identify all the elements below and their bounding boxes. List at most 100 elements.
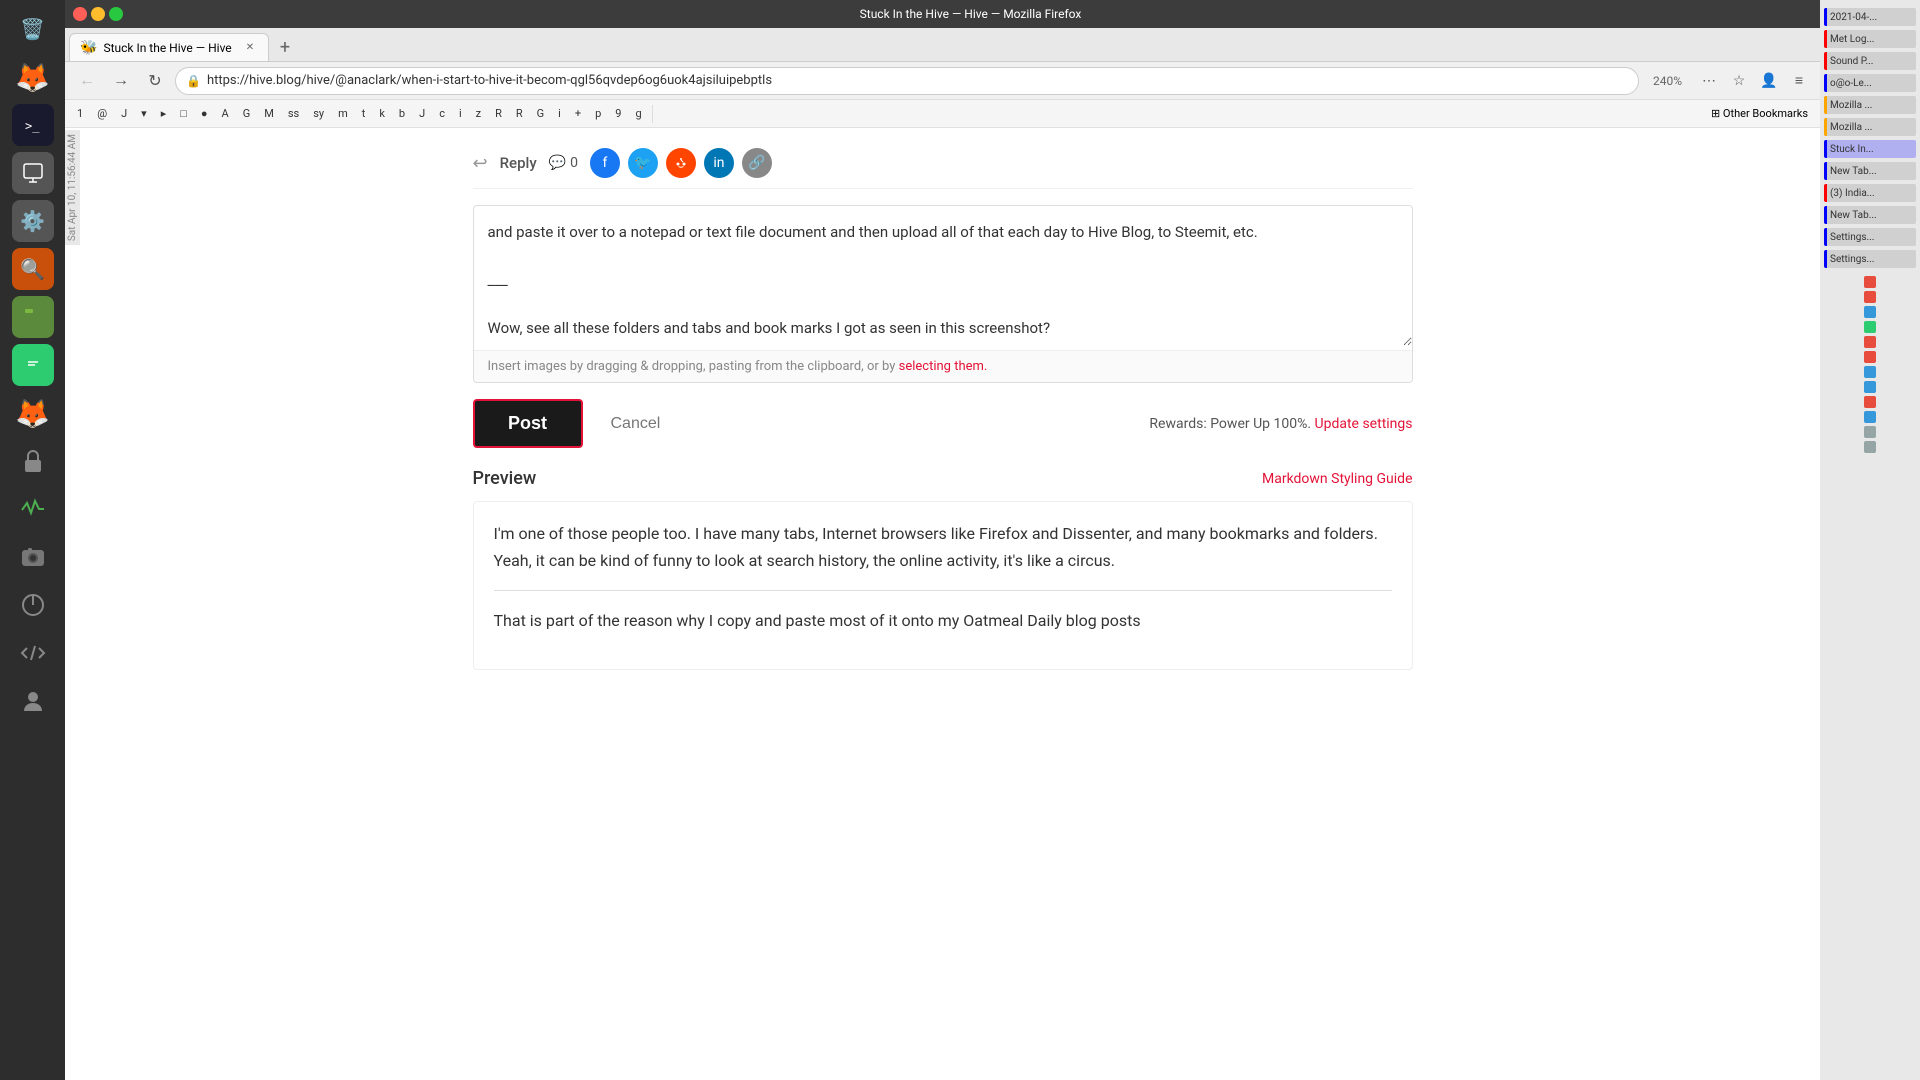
address-bar[interactable]: 🔒 https://hive.blog/hive/@anaclark/when-… [175, 67, 1639, 95]
chat-icon[interactable] [12, 344, 54, 386]
reddit-share-icon[interactable] [666, 148, 696, 178]
reply-icon[interactable]: ↩ [473, 153, 488, 174]
right-item-1[interactable]: 2021-04-... [1824, 8, 1916, 26]
right-item-4[interactable]: o@o-Le... [1824, 74, 1916, 92]
svg-text:>_: >_ [25, 119, 40, 133]
update-settings-link[interactable]: Update settings [1315, 416, 1413, 432]
bm-J2[interactable]: J [413, 103, 431, 125]
bm-b[interactable]: b [393, 103, 411, 125]
power-icon[interactable] [12, 584, 54, 626]
monitor-icon[interactable] [12, 152, 54, 194]
tab-close-button[interactable]: ✕ [242, 40, 258, 56]
back-button[interactable]: ← [73, 67, 101, 95]
right-item-10[interactable]: New Tab... [1824, 206, 1916, 224]
firefox2-icon[interactable]: 🦊 [12, 392, 54, 434]
bm-G2[interactable]: G [531, 103, 551, 125]
comment-editor: and paste it over to a notepad or text f… [473, 205, 1413, 383]
bm-sy[interactable]: sy [307, 103, 330, 125]
mini-icon-9 [1864, 396, 1876, 408]
facebook-share-icon[interactable]: f [590, 148, 620, 178]
bm-t[interactable]: t [356, 103, 372, 125]
firefox-icon[interactable]: 🦊 [12, 56, 54, 98]
extensions-icon[interactable]: ⋯ [1696, 68, 1722, 94]
active-tab[interactable]: 🐝 Stuck In the Hive — Hive ✕ [69, 33, 269, 61]
camera-icon[interactable] [12, 536, 54, 578]
cancel-button[interactable]: Cancel [599, 407, 673, 441]
bm-1[interactable]: 1 [71, 103, 89, 125]
right-item-11[interactable]: Settings... [1824, 228, 1916, 246]
twitter-share-icon[interactable]: 🐦 [628, 148, 658, 178]
reload-button[interactable]: ↻ [141, 67, 169, 95]
mini-icon-5 [1864, 336, 1876, 348]
lock-icon[interactable] [12, 440, 54, 482]
right-item-3[interactable]: Sound P... [1824, 52, 1916, 70]
bm-5[interactable]: ▸ [155, 103, 173, 125]
lock-icon-small: 🔒 [186, 74, 201, 88]
bm-R[interactable]: R [489, 103, 508, 125]
search-icon[interactable]: 🔍 [12, 248, 54, 290]
mini-icon-12 [1864, 441, 1876, 453]
right-item-7[interactable]: Stuck In... [1824, 140, 1916, 158]
maximize-button[interactable] [109, 7, 123, 21]
trash-icon[interactable]: 🗑️ [12, 8, 54, 50]
editor-textarea[interactable]: and paste it over to a notepad or text f… [474, 206, 1412, 346]
link-share-icon[interactable]: 🔗 [742, 148, 772, 178]
minimize-button[interactable] [91, 7, 105, 21]
zoom-level: 240% [1645, 74, 1690, 88]
bm-8[interactable]: A [216, 103, 235, 125]
settings-icon[interactable]: ⚙️ [12, 200, 54, 242]
preview-content: I'm one of those people too. I have many… [473, 501, 1413, 670]
comment-count[interactable]: 💬 0 [549, 155, 578, 171]
forward-button[interactable]: → [107, 67, 135, 95]
sidebar-time: Sat Apr 10, 11:56:44 AM [65, 130, 80, 245]
terminal-icon[interactable]: >_ [12, 104, 54, 146]
bm-g2[interactable]: g [629, 103, 647, 125]
new-tab-button[interactable]: + [271, 33, 299, 61]
profile-icon[interactable]: 👤 [1756, 68, 1782, 94]
reply-button[interactable]: Reply [500, 154, 537, 172]
bookmark-star-icon[interactable]: ☆ [1726, 68, 1752, 94]
selecting-them-link[interactable]: selecting them. [899, 359, 988, 374]
bm-k[interactable]: k [373, 103, 391, 125]
page-content: ↩ Reply 💬 0 f 🐦 in 🔗 and pas [65, 128, 1820, 1080]
bm-sm[interactable]: m [332, 103, 354, 125]
linkedin-share-icon[interactable]: in [704, 148, 734, 178]
activity-icon[interactable] [12, 488, 54, 530]
preview-para-1: I'm one of those people too. I have many… [494, 520, 1392, 574]
tab-favicon: 🐝 [80, 40, 97, 56]
mini-icon-3 [1864, 306, 1876, 318]
right-item-8[interactable]: New Tab... [1824, 162, 1916, 180]
bm-c[interactable]: c [433, 103, 451, 125]
right-item-5[interactable]: Mozilla ... [1824, 96, 1916, 114]
bm-9[interactable]: 9 [609, 103, 627, 125]
bm-R2[interactable]: R [510, 103, 529, 125]
bm-z[interactable]: z [470, 103, 487, 125]
bm-ss[interactable]: ss [282, 103, 305, 125]
right-item-6[interactable]: Mozilla ... [1824, 118, 1916, 136]
close-button[interactable] [73, 7, 87, 21]
bm-4[interactable]: ▾ [135, 103, 153, 125]
bm-i2[interactable]: i [552, 103, 567, 125]
bm-i[interactable]: i [453, 103, 468, 125]
bm-3[interactable]: J [115, 103, 133, 125]
markdown-guide-link[interactable]: Markdown Styling Guide [1262, 471, 1413, 487]
mini-icon-2 [1864, 291, 1876, 303]
other-bookmarks[interactable]: ⊞ Other Bookmarks [1705, 107, 1814, 120]
bm-divider [652, 105, 653, 123]
bm-7[interactable]: ● [195, 103, 214, 125]
bm-6[interactable]: □ [174, 103, 193, 125]
right-item-2[interactable]: Met Log... [1824, 30, 1916, 48]
bm-plus[interactable]: + [569, 103, 587, 125]
bm-p[interactable]: p [589, 103, 607, 125]
bm-2[interactable]: @ [91, 103, 113, 125]
post-button[interactable]: Post [473, 399, 583, 448]
files-icon[interactable] [12, 296, 54, 338]
code-icon[interactable] [12, 632, 54, 674]
user-icon[interactable] [12, 680, 54, 722]
bm-m[interactable]: M [258, 103, 280, 125]
right-item-12[interactable]: Settings... [1824, 250, 1916, 268]
bm-g[interactable]: G [237, 103, 257, 125]
right-item-9[interactable]: (3) India... [1824, 184, 1916, 202]
mini-icon-8 [1864, 381, 1876, 393]
menu-icon[interactable]: ≡ [1786, 68, 1812, 94]
